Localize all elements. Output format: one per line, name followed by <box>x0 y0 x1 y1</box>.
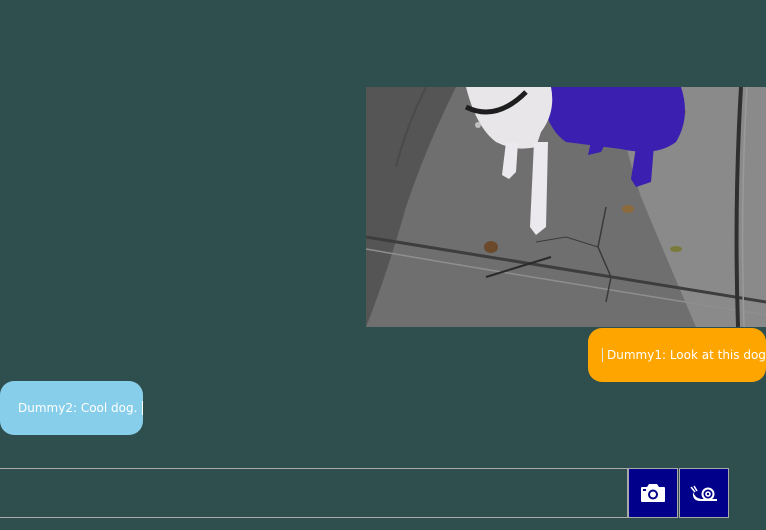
dog-photo-message[interactable] <box>366 87 766 327</box>
dog-photo <box>366 87 766 327</box>
snail-icon <box>690 485 717 501</box>
message-text: Dummy2: Cool dog. <box>18 401 144 415</box>
snail-button[interactable] <box>679 468 729 518</box>
message-bubble-dummy2[interactable]: Dummy2: Cool dog. <box>0 381 144 435</box>
message-input[interactable] <box>0 468 628 518</box>
message-text: Dummy1: Look at this dog <box>602 348 766 362</box>
camera-button[interactable] <box>628 468 678 518</box>
message-bubble-dummy1[interactable]: Dummy1: Look at this dog <box>588 328 766 382</box>
chat-window: Dummy1: Look at this dog Dummy2: Cool do… <box>0 0 766 530</box>
camera-icon <box>641 484 665 502</box>
